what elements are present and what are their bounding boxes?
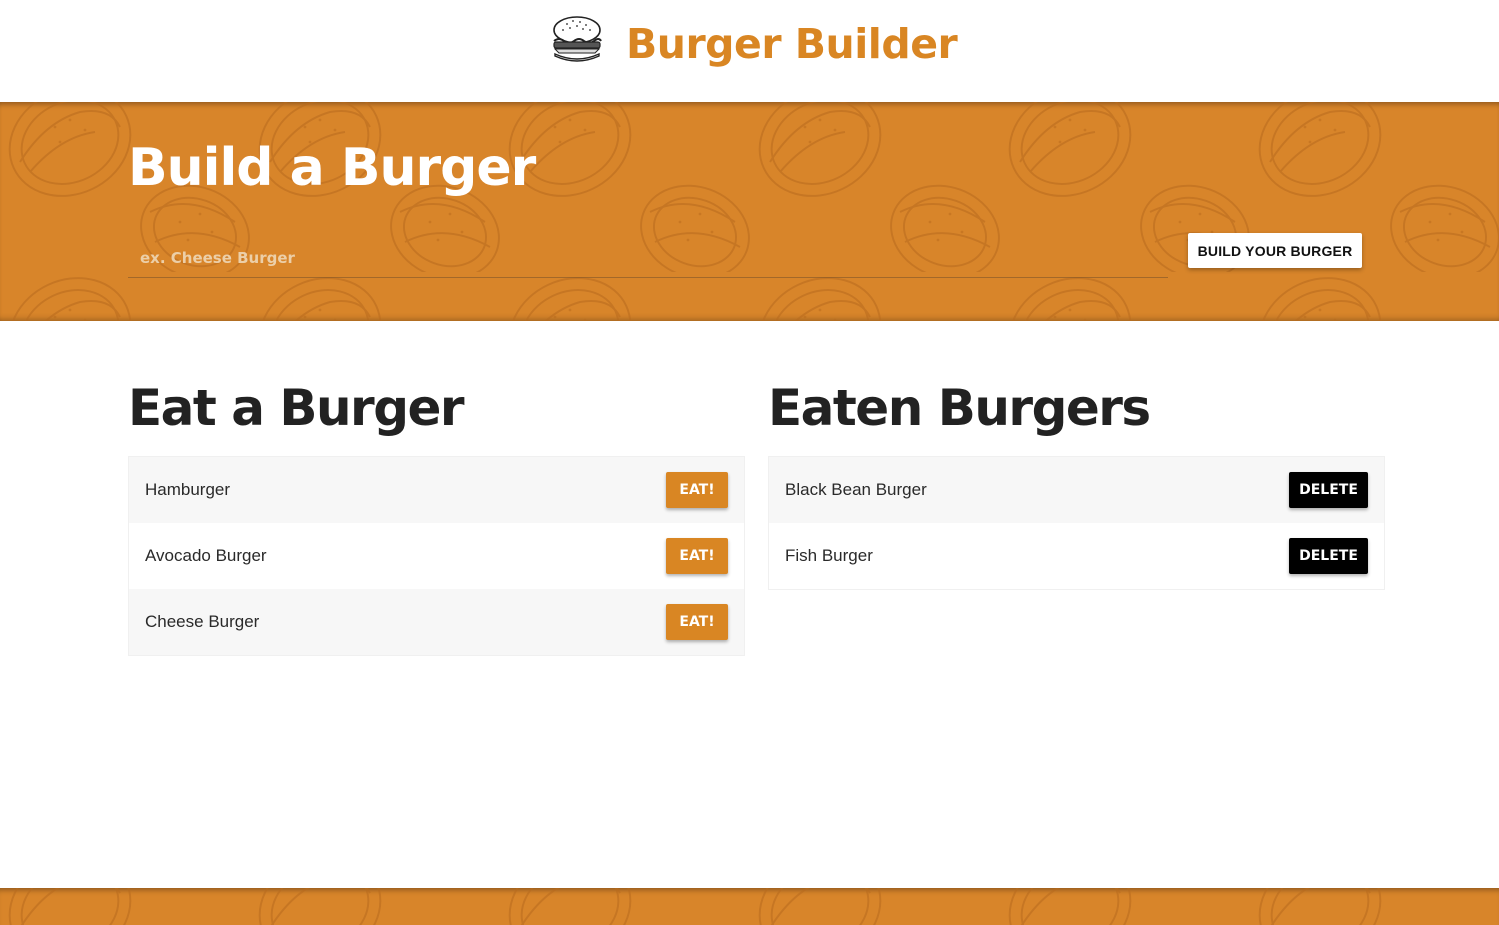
eat-button[interactable]: EAT!	[666, 472, 728, 508]
burger-pattern-background	[0, 102, 1499, 321]
eaten-burgers-section: Eaten Burgers Black Bean Burger DELETE F…	[768, 370, 1385, 590]
eaten-burger-list-item: Fish Burger DELETE	[769, 523, 1384, 589]
burger-name-input[interactable]	[128, 238, 1168, 278]
burger-list-item: Avocado Burger EAT!	[129, 523, 744, 589]
burger-name: Cheese Burger	[145, 612, 260, 631]
burger-name: Hamburger	[145, 480, 231, 499]
burger-name: Avocado Burger	[145, 546, 267, 565]
build-burger-title: Build a Burger	[128, 138, 536, 198]
eaten-burgers-heading: Eaten Burgers	[768, 379, 1151, 437]
burger-list-item: Cheese Burger EAT!	[129, 589, 744, 655]
footer-banner	[0, 888, 1499, 925]
eat-button[interactable]: EAT!	[666, 538, 728, 574]
site-header: Burger Builder	[0, 0, 1499, 102]
eaten-burger-list: Black Bean Burger DELETE Fish Burger DEL…	[768, 456, 1385, 590]
burger-logo-icon[interactable]	[549, 14, 605, 64]
build-your-burger-button[interactable]: BUILD YOUR BURGER	[1188, 233, 1362, 268]
eat-burger-heading: Eat a Burger	[128, 379, 465, 437]
eaten-burger-list-item: Black Bean Burger DELETE	[769, 457, 1384, 523]
burger-name: Fish Burger	[785, 546, 873, 565]
burger-list-item: Hamburger EAT!	[129, 457, 744, 523]
brand-title[interactable]: Burger Builder	[626, 16, 958, 72]
eat-burger-section: Eat a Burger Hamburger EAT! Avocado Burg…	[128, 370, 745, 656]
hero-banner: Build a Burger BUILD YOUR BURGER	[0, 102, 1499, 321]
burger-name: Black Bean Burger	[785, 480, 927, 499]
eat-button[interactable]: EAT!	[666, 604, 728, 640]
uneaten-burger-list: Hamburger EAT! Avocado Burger EAT! Chees…	[128, 456, 745, 656]
delete-button[interactable]: DELETE	[1289, 538, 1368, 574]
burger-pattern-background	[0, 888, 1499, 925]
delete-button[interactable]: DELETE	[1289, 472, 1368, 508]
